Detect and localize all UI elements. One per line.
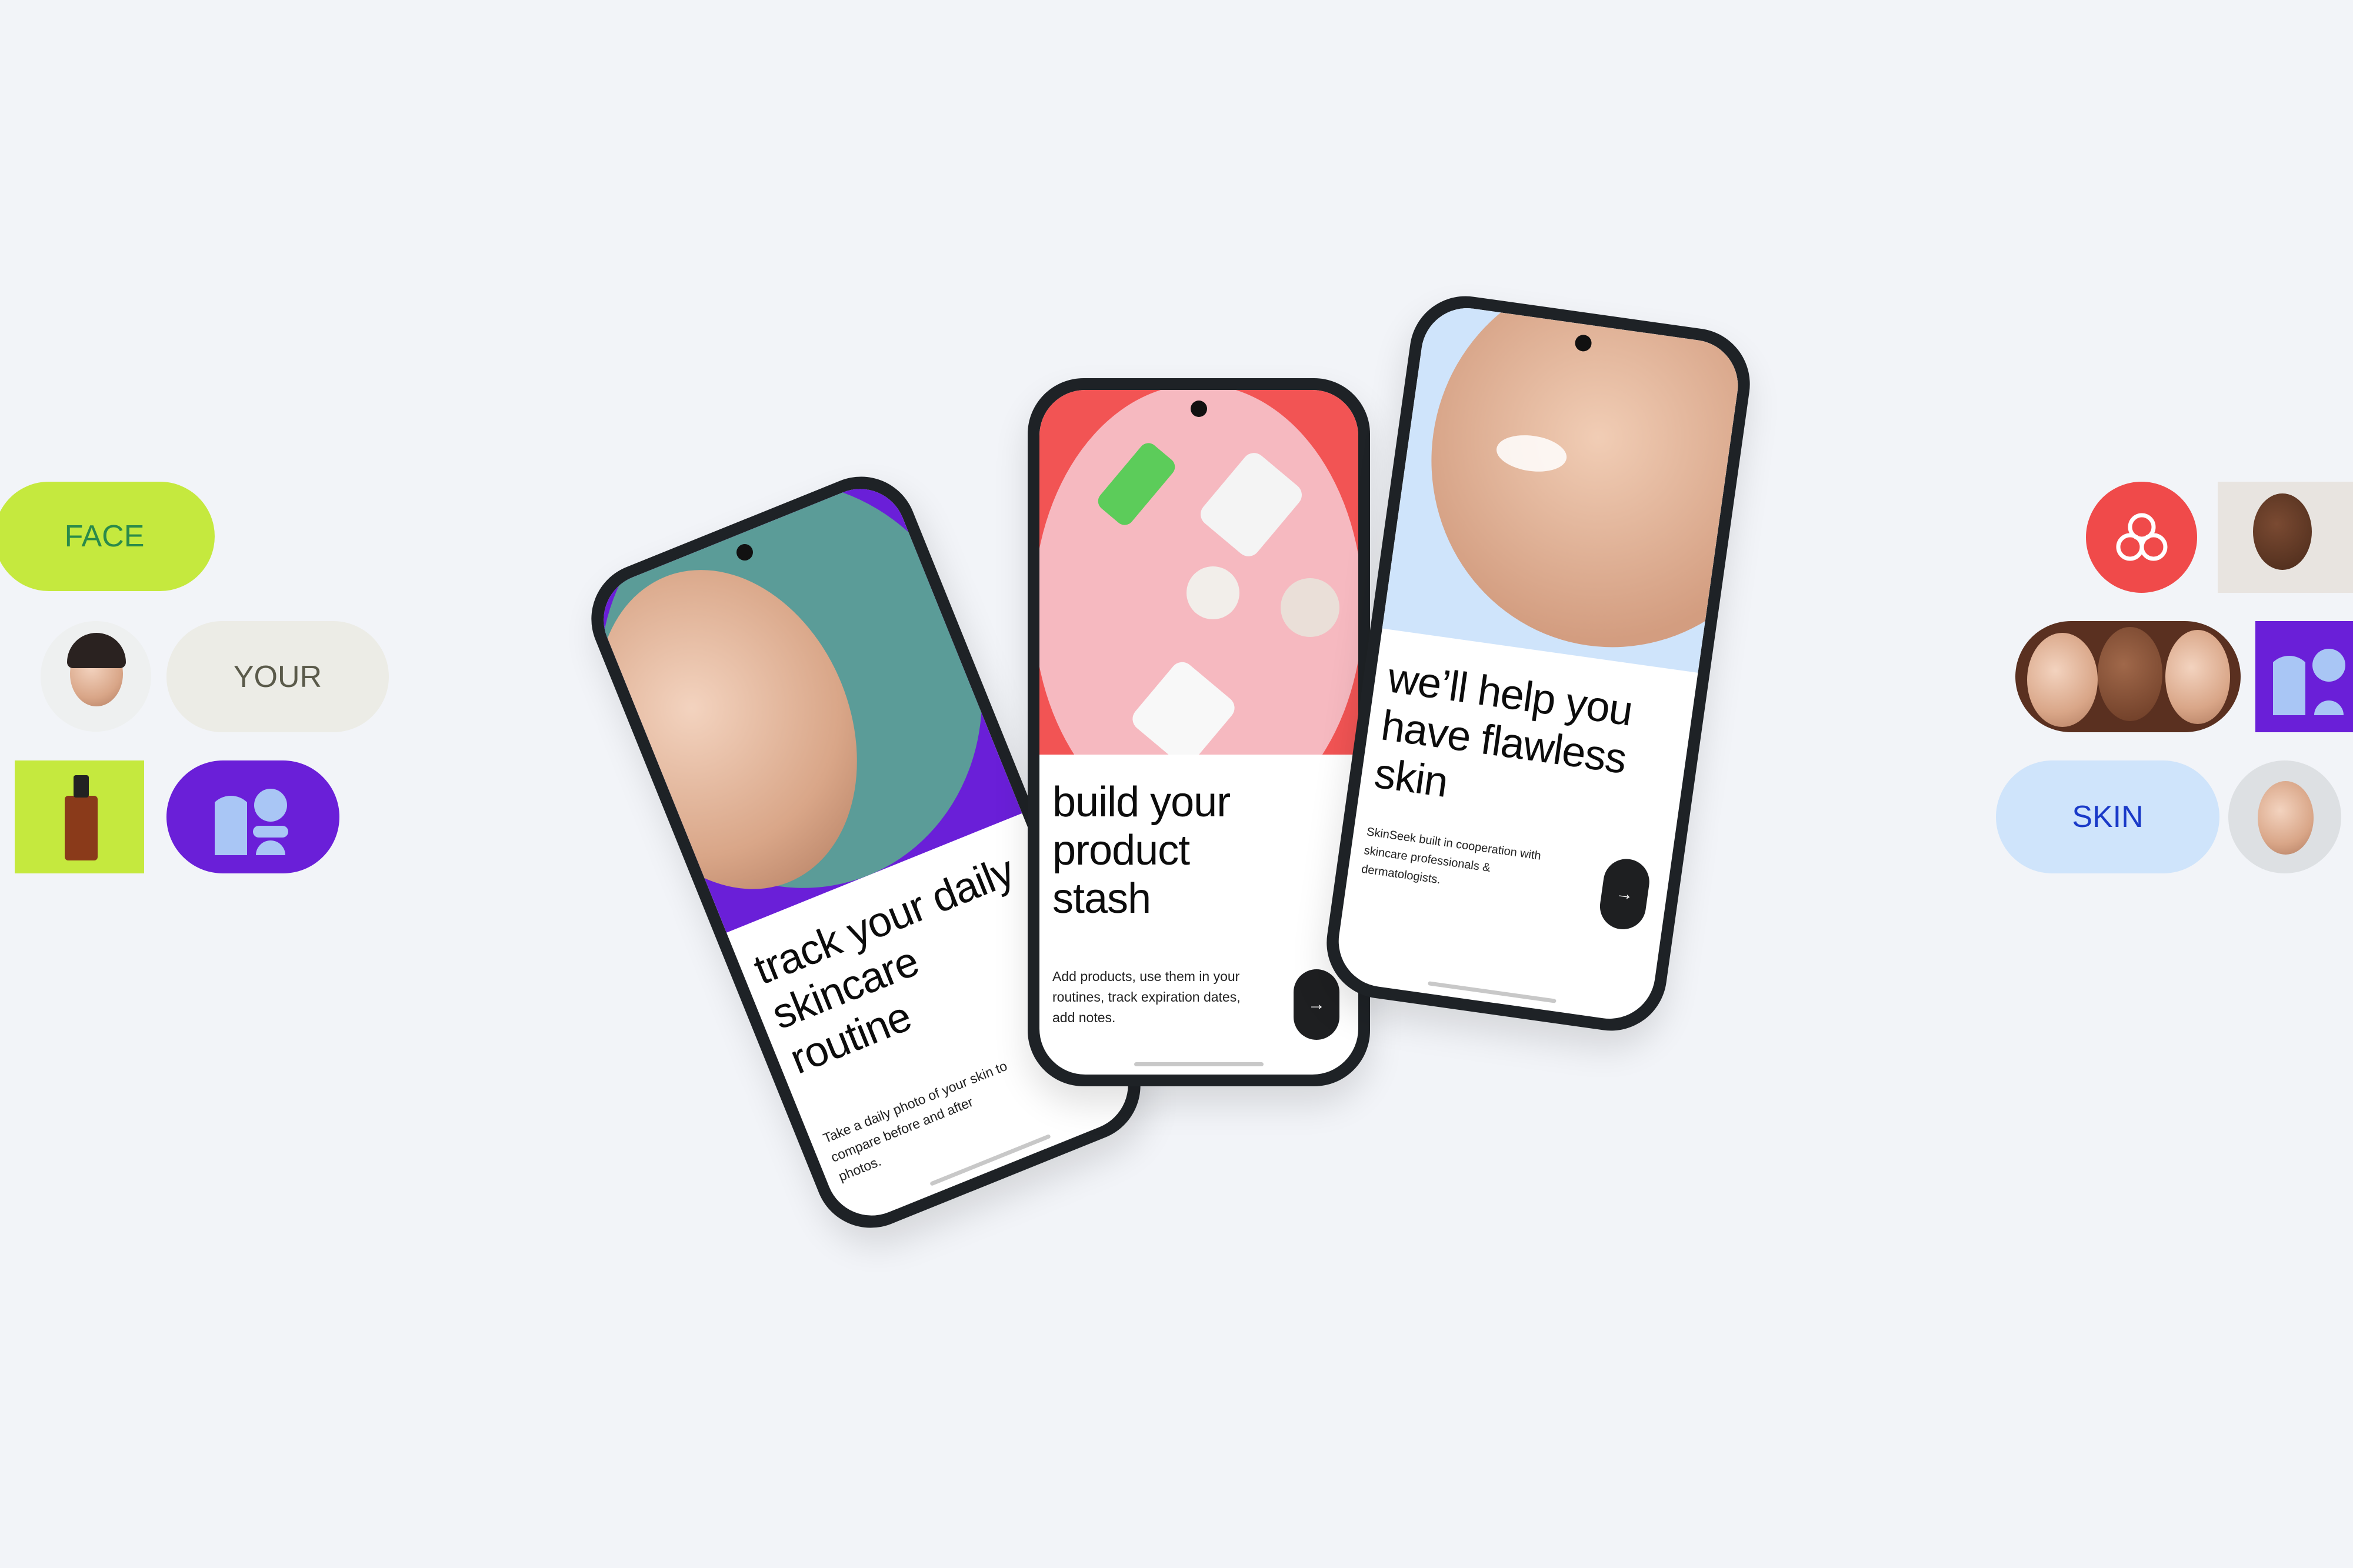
skin-label: SKIN	[2072, 800, 2144, 834]
headline: we’ll help you have flawless skin	[1371, 654, 1635, 807]
app-logo-icon	[215, 789, 288, 855]
logo-pill	[166, 760, 339, 873]
group-photo-pill	[2015, 621, 2241, 732]
home-indicator	[1134, 1062, 1264, 1066]
rings-icon	[2116, 513, 2167, 561]
headline: build your product stash	[1052, 779, 1231, 922]
face-label: FACE	[64, 519, 145, 553]
avatar-woman-smiling	[41, 621, 151, 732]
cream-face-image	[1382, 302, 1744, 673]
camera-dot	[1191, 401, 1207, 417]
arrow-right-icon: →	[1614, 883, 1635, 905]
face-pill: FACE	[0, 482, 215, 591]
description: Take a daily photo of your skin to compa…	[821, 1057, 1009, 1185]
next-button[interactable]: →	[1294, 969, 1339, 1040]
phone-screen: we’ll help you have flawless skin SkinSe…	[1332, 302, 1744, 1025]
skin-pill: SKIN	[1996, 760, 2219, 873]
logo-square	[2255, 621, 2353, 732]
phone-screen: build your product stash Add products, u…	[1039, 390, 1358, 1075]
your-label: YOUR	[233, 659, 322, 694]
app-logo-icon	[2273, 649, 2345, 715]
products-image	[1039, 390, 1358, 755]
description: Add products, use them in your routines,…	[1052, 969, 1241, 1025]
serum-bottle-image	[15, 760, 144, 873]
description: SkinSeek built in cooperation with skinc…	[1360, 825, 1542, 887]
brand-circle	[2086, 482, 2197, 593]
smiling-woman-photo	[2218, 482, 2353, 593]
home-indicator	[1428, 981, 1557, 1003]
your-pill: YOUR	[166, 621, 389, 732]
avatar-woman	[2228, 760, 2341, 873]
phone-flawless: we’ll help you have flawless skin SkinSe…	[1319, 289, 1757, 1038]
arrow-right-icon: →	[1308, 995, 1325, 1014]
next-button[interactable]: →	[1597, 856, 1652, 933]
phone-stash: build your product stash Add products, u…	[1028, 378, 1370, 1086]
